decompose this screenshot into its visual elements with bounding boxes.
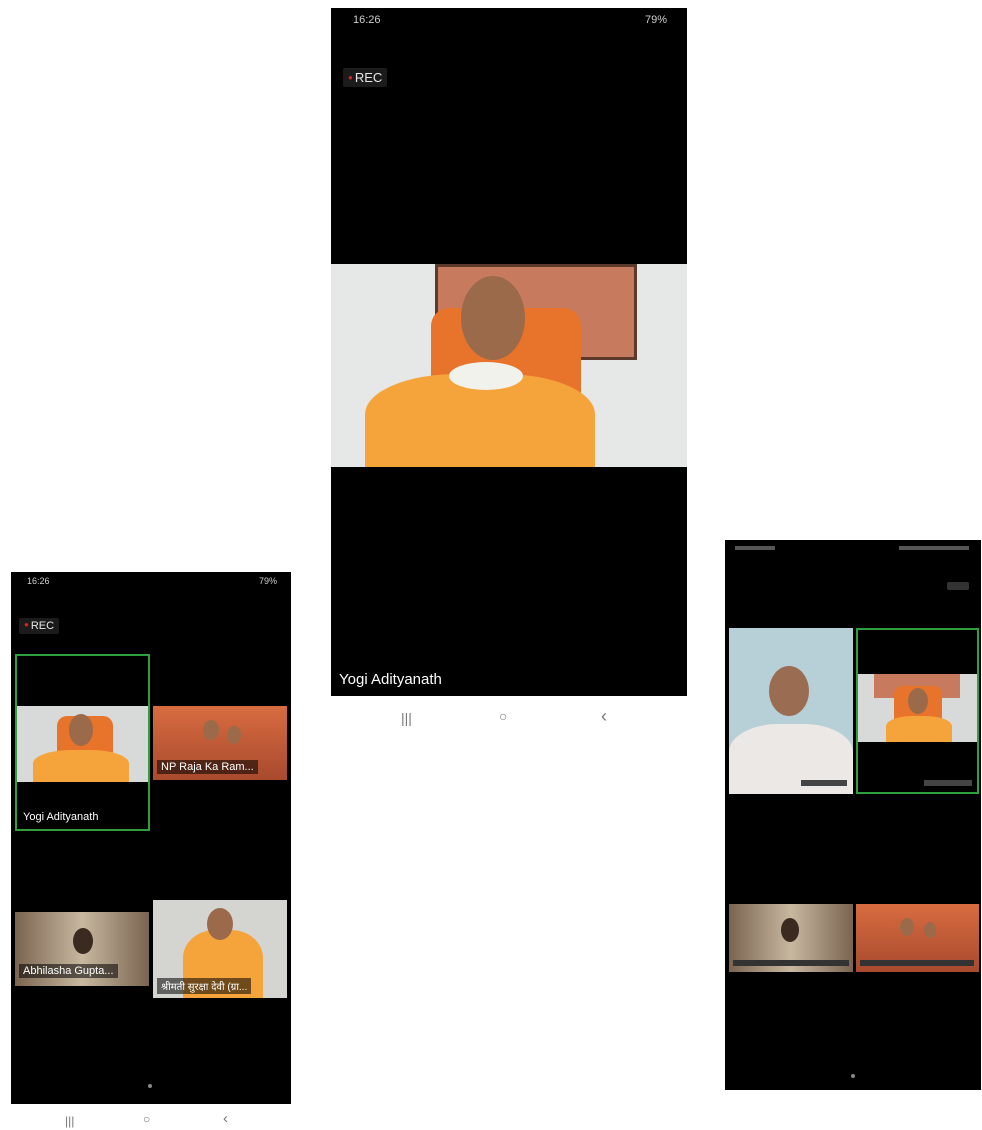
- participant-name: श्रीमती सुरक्षा देवी (ग्रा...: [157, 978, 252, 994]
- status-bar: 16:26 79%: [331, 8, 687, 28]
- participant-tile[interactable]: श्रीमती सुरक्षा देवी (ग्रा...: [153, 900, 287, 998]
- participant-robe: [886, 716, 952, 742]
- participant-name: NP Raja Ka Ram...: [157, 760, 258, 774]
- participant-tile[interactable]: Abhilasha Gupta...: [15, 912, 149, 986]
- home-button[interactable]: ○: [499, 708, 507, 724]
- participant-tile[interactable]: [729, 628, 853, 794]
- rec-label: REC: [30, 620, 55, 632]
- rec-label: REC: [354, 70, 383, 85]
- participant-head: [908, 688, 928, 714]
- speaker-name-label: Yogi Adityanath: [339, 671, 442, 688]
- participant-head: [769, 666, 809, 716]
- participant-head: [781, 918, 799, 942]
- record-dot-icon: ●: [24, 620, 29, 629]
- participant-robe: [33, 750, 129, 782]
- view-toggle-button[interactable]: [947, 582, 969, 590]
- speaker-video[interactable]: [331, 264, 687, 467]
- status-time: 16:26: [27, 576, 50, 586]
- participant-tile[interactable]: [856, 904, 979, 972]
- recents-button[interactable]: |||: [65, 1114, 74, 1128]
- battery-level: 79%: [644, 14, 667, 26]
- status-bar: [725, 540, 981, 556]
- recents-button[interactable]: |||: [401, 710, 412, 726]
- status-bar: 16:26 79%: [11, 572, 291, 592]
- participant-name-bar: [733, 960, 849, 966]
- participant-video: [858, 674, 977, 742]
- participant-head: [73, 928, 93, 954]
- participant-name-bar: [924, 780, 972, 786]
- recording-indicator: ● REC: [19, 618, 60, 634]
- participant-name-bar: [801, 780, 847, 786]
- back-button[interactable]: ‹: [601, 706, 607, 727]
- page-indicator-dot: [148, 1084, 152, 1088]
- participant-tile[interactable]: NP Raja Ka Ram...: [153, 706, 287, 780]
- signal-icon: [735, 546, 775, 550]
- record-dot-icon: ●: [348, 73, 353, 82]
- face-mask: [449, 362, 523, 390]
- participant-name-bar: [860, 960, 974, 966]
- center-nav-bar: ||| ○ ‹: [331, 706, 687, 732]
- participant-head: [900, 918, 914, 936]
- battery-icon: [899, 546, 969, 550]
- left-phone-screen: 16:26 79% ● REC Yogi Adityanath NP Raja K…: [11, 572, 291, 1104]
- participant-head: [203, 720, 219, 740]
- participant-name: Yogi Adityanath: [23, 811, 99, 823]
- participant-name: Abhilasha Gupta...: [19, 964, 118, 978]
- center-phone-screen: 16:26 79% ● REC Yogi Adityanath: [331, 8, 687, 696]
- participant-head: [924, 922, 936, 938]
- participant-video: [17, 706, 148, 782]
- status-time: 16:26: [353, 14, 381, 26]
- back-button[interactable]: ‹: [223, 1110, 228, 1127]
- speaker-head: [461, 276, 525, 360]
- left-nav-bar: ||| ○ ‹: [11, 1110, 291, 1130]
- participant-tile[interactable]: Yogi Adityanath: [15, 654, 150, 831]
- participant-head: [227, 726, 241, 744]
- participant-head: [207, 908, 233, 940]
- participant-tile[interactable]: [856, 628, 979, 794]
- participant-tile[interactable]: [729, 904, 853, 972]
- page-indicator-dot: [851, 1074, 855, 1078]
- participant-head: [69, 714, 93, 746]
- recording-indicator: ● REC: [343, 68, 388, 87]
- home-button[interactable]: ○: [143, 1112, 150, 1126]
- right-phone-screen: [725, 540, 981, 1090]
- battery-level: 79%: [258, 576, 277, 586]
